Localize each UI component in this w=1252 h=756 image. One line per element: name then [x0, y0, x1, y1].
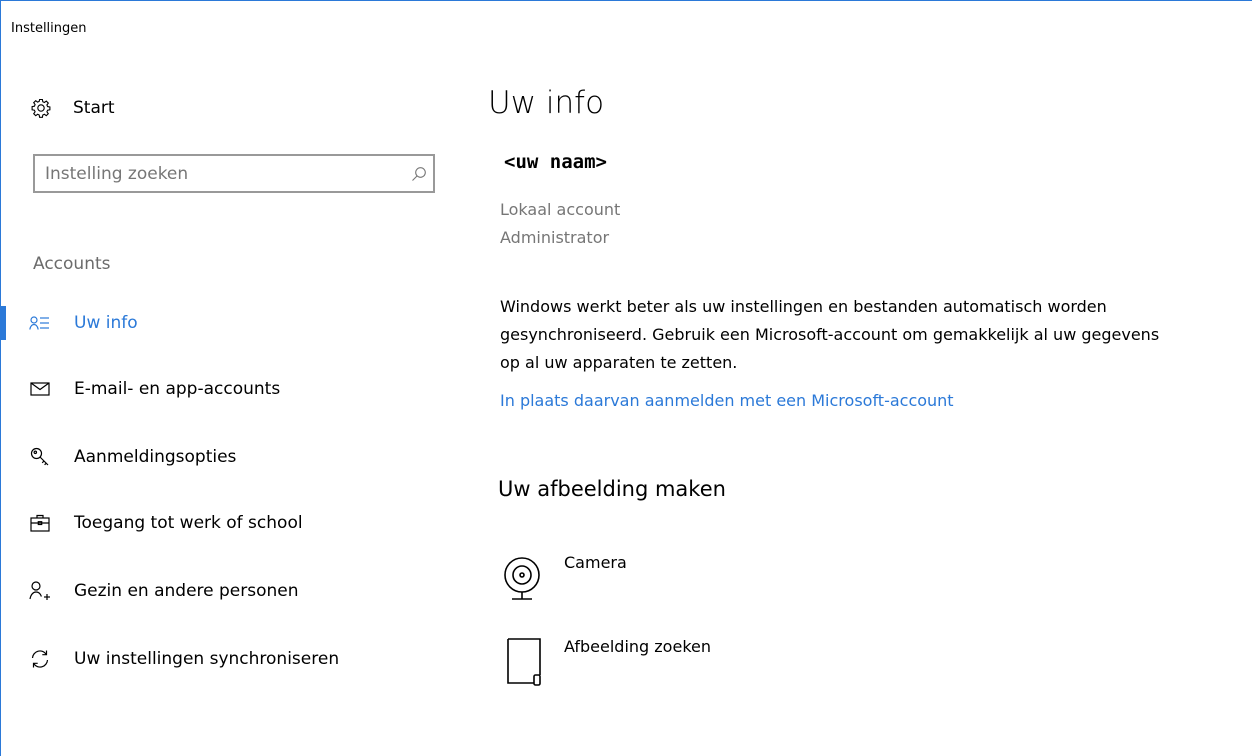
search-input[interactable] [35, 156, 405, 191]
account-type: Lokaal account [500, 200, 621, 219]
sidebar-item-label: Toegang tot werk of school [74, 513, 303, 533]
sidebar-item-label: Gezin en andere personen [74, 581, 299, 601]
browse-file-icon [500, 637, 544, 693]
sidebar-item-uw-info[interactable]: Uw info [1, 303, 441, 343]
account-role: Administrator [500, 228, 610, 247]
sidebar-item-family[interactable]: Gezin en andere personen [1, 571, 441, 611]
settings-search [33, 154, 435, 193]
sidebar-item-label: Aanmeldingsopties [74, 447, 237, 467]
browse-picture-label: Afbeelding zoeken [564, 637, 711, 656]
sidebar: Start Accounts [1, 1, 461, 756]
camera-label: Camera [564, 553, 627, 572]
start-label: Start [73, 98, 115, 118]
briefcase-icon [29, 512, 51, 534]
sidebar-item-sync[interactable]: Uw instellingen synchroniseren [1, 639, 441, 679]
gear-icon [31, 98, 51, 118]
sync-icon [29, 648, 51, 670]
mail-icon [29, 378, 51, 400]
accounts-group-label: Accounts [33, 254, 111, 274]
main-content: Uw info <uw naam> Lokaal account Adminis… [488, 1, 1248, 756]
sidebar-item-label: E-mail- en app-accounts [74, 379, 281, 399]
search-icon[interactable] [405, 156, 433, 191]
start-button[interactable]: Start [31, 93, 115, 123]
user-name: <uw naam> [504, 151, 607, 173]
sidebar-item-email-accounts[interactable]: E-mail- en app-accounts [1, 369, 441, 409]
camera-icon [500, 553, 544, 609]
sidebar-item-label: Uw instellingen synchroniseren [74, 649, 340, 669]
user-info-icon [29, 312, 51, 334]
add-person-icon [29, 580, 51, 602]
browse-picture-option[interactable]: Afbeelding zoeken [500, 637, 860, 693]
sync-description: Windows werkt beter als uw instellingen … [500, 297, 1160, 372]
sidebar-item-label: Uw info [74, 313, 138, 333]
key-icon [29, 446, 51, 468]
active-indicator [1, 306, 6, 340]
sidebar-item-signin-options[interactable]: Aanmeldingsopties [1, 437, 441, 477]
settings-window: Instellingen Start Accounts [0, 0, 1252, 756]
page-title: Uw info [488, 85, 605, 121]
microsoft-signin-link[interactable]: In plaats daarvan aanmelden met een Micr… [500, 391, 954, 410]
sidebar-item-work-school[interactable]: Toegang tot werk of school [1, 503, 441, 543]
camera-option[interactable]: Camera [500, 553, 860, 609]
picture-section-title: Uw afbeelding maken [498, 477, 726, 501]
